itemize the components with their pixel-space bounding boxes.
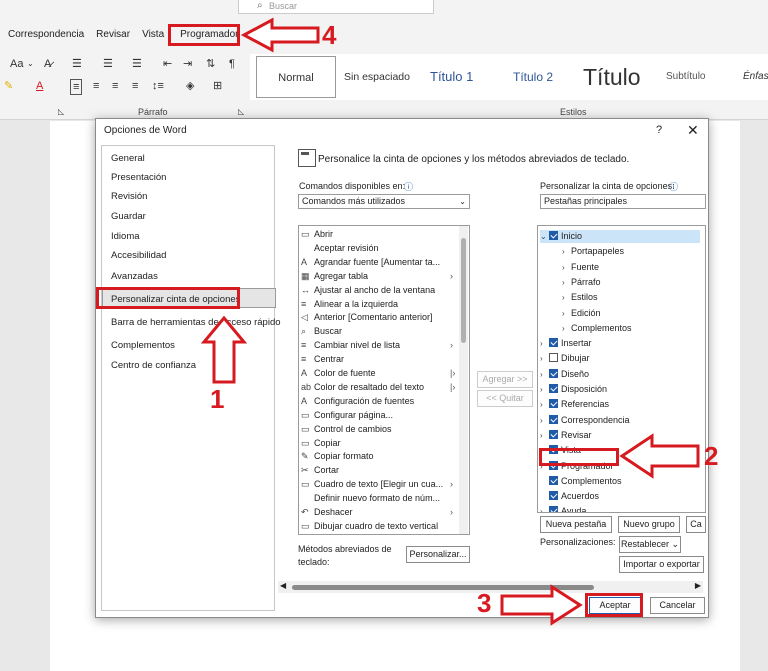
arrow-step-1 — [200, 315, 248, 384]
step-number-1: 1 — [210, 384, 225, 414]
step-number-2: 2 — [704, 441, 719, 471]
arrow-step-4 — [240, 17, 320, 53]
step-number-4: 4 — [322, 20, 337, 50]
annotation-arrows — [200, 17, 700, 626]
arrow-step-2 — [619, 433, 700, 479]
arrow-step-3 — [500, 584, 583, 626]
step-number-3: 3 — [477, 588, 492, 618]
